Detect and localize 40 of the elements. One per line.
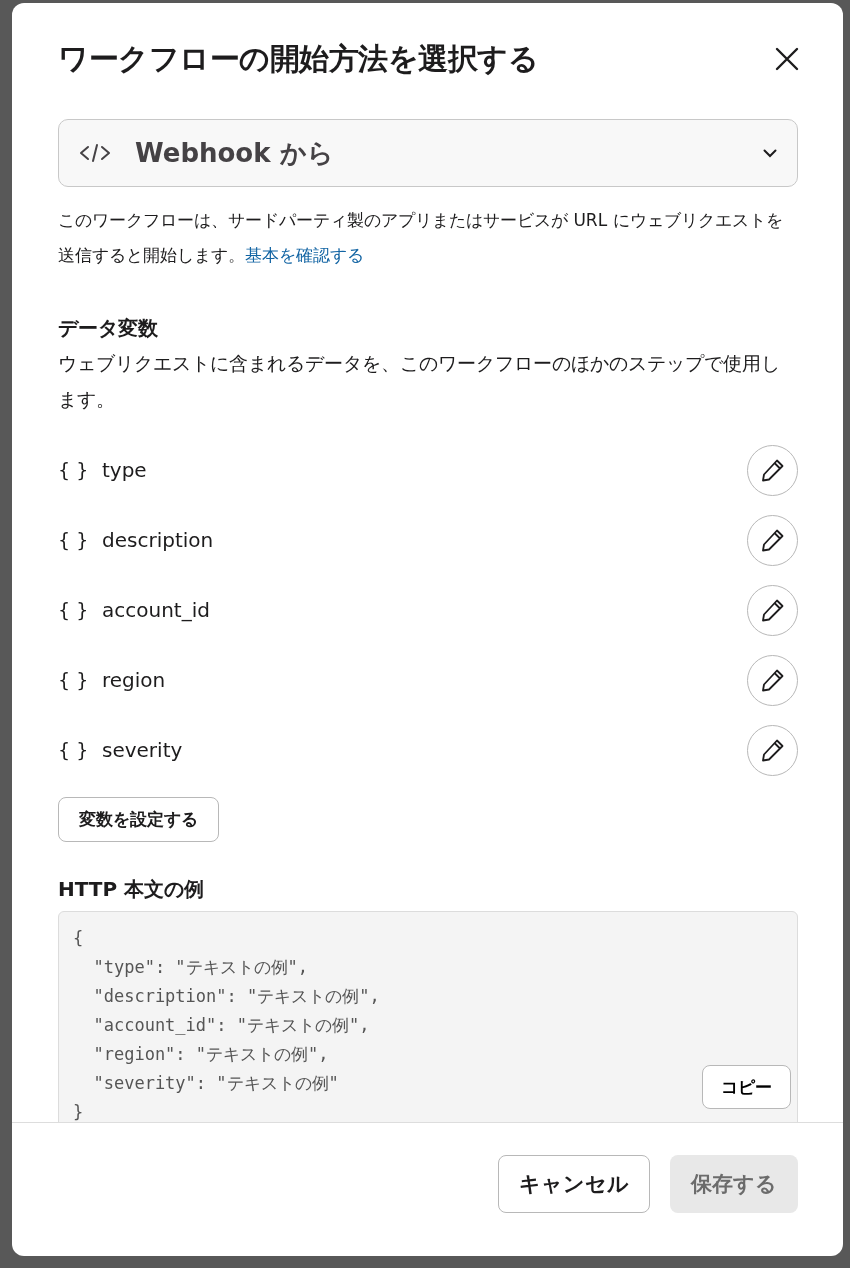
variable-icon: { } xyxy=(58,739,102,761)
code-icon xyxy=(79,142,111,164)
variable-icon: { } xyxy=(58,599,102,621)
section-description: ウェブリクエストに含まれるデータを、このワークフローのほかのステップで使用します。 xyxy=(58,351,781,412)
edit-button[interactable] xyxy=(747,444,798,496)
learn-more-link[interactable]: 基本を確認する xyxy=(245,245,364,265)
pencil-icon xyxy=(759,667,786,693)
chevron-down-icon xyxy=(763,148,777,158)
pencil-icon xyxy=(759,527,786,553)
edit-button[interactable] xyxy=(747,654,798,706)
code-line: { xyxy=(73,927,84,950)
edit-button[interactable] xyxy=(747,724,798,776)
variable-icon: { } xyxy=(58,529,102,551)
pencil-icon xyxy=(759,597,786,623)
edit-button[interactable] xyxy=(747,514,798,566)
close-icon xyxy=(774,46,800,72)
code-line: "type": "テキストの例", xyxy=(92,956,309,979)
dialog-title: ワークフローの開始方法を選択する xyxy=(58,39,538,78)
cancel-button[interactable]: キャンセル xyxy=(498,1154,650,1213)
code-line: "region": "テキストの例", xyxy=(92,1043,329,1066)
code-line: } xyxy=(73,1101,84,1122)
section-heading: HTTP 本文の例 xyxy=(58,876,206,903)
code-line: "severity": "テキストの例" xyxy=(92,1072,339,1095)
description-text: このワークフローは、サードパーティ製のアプリまたはサービスが URL にウェブリクエストを送信すると開始します。基本を確認する xyxy=(58,209,784,267)
code-line: "description": "テキストの例", xyxy=(92,985,380,1008)
edit-button[interactable] xyxy=(747,584,798,636)
variable-icon: { } xyxy=(58,669,102,691)
variable-name: severity xyxy=(102,738,184,762)
section-heading: データ変数 xyxy=(58,315,159,342)
variable-name: description xyxy=(102,528,215,552)
variable-icon: { } xyxy=(58,459,102,481)
trigger-select[interactable]: Webhook から xyxy=(58,119,798,187)
set-variables-button[interactable]: 変数を設定する xyxy=(58,797,219,842)
pencil-icon xyxy=(759,457,786,483)
variable-name: region xyxy=(102,668,167,692)
copy-button[interactable]: コピー xyxy=(702,1065,791,1109)
variable-name: account_id xyxy=(102,598,211,622)
code-line: "account_id": "テキストの例", xyxy=(92,1014,370,1037)
pencil-icon xyxy=(759,737,786,763)
variable-name: type xyxy=(102,458,148,482)
